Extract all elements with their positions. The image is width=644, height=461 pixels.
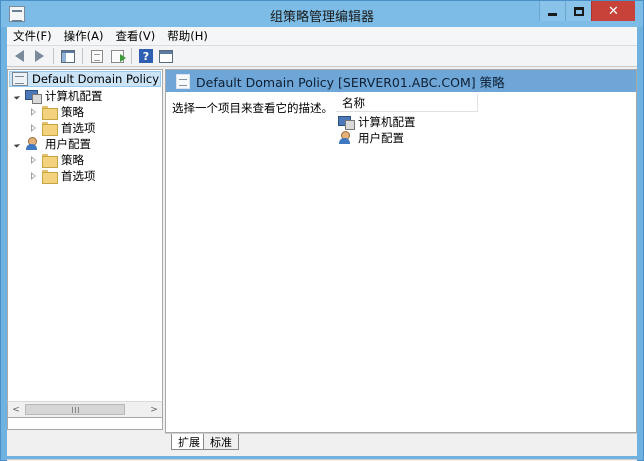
column-header-name[interactable]: 名称 xyxy=(336,94,478,112)
toolbar-separator xyxy=(131,48,132,64)
title-bar[interactable]: 组策略管理编辑器 ✕ xyxy=(1,1,643,27)
menu-file[interactable]: 文件(F) xyxy=(13,28,52,44)
user-config-icon xyxy=(25,137,41,151)
grip-icon xyxy=(71,406,79,413)
tree-item-label: 策略 xyxy=(61,153,84,167)
description-text: 选择一个项目来查看它的描述。 xyxy=(172,101,333,115)
tree-item-label: 策略 xyxy=(61,105,84,119)
policy-icon xyxy=(12,72,28,86)
menu-view[interactable]: 查看(V) xyxy=(115,28,155,44)
maximize-icon xyxy=(573,6,584,16)
forward-button[interactable] xyxy=(29,47,49,65)
tree-item-computer-config[interactable]: 计算机配置 xyxy=(12,88,103,104)
tree-item-computer-policies[interactable]: 策略 xyxy=(28,104,84,120)
expander-closed-icon[interactable] xyxy=(28,123,38,133)
close-icon: ✕ xyxy=(608,3,619,19)
properties-icon xyxy=(91,49,103,63)
help-icon: ? xyxy=(139,49,153,63)
folder-icon xyxy=(41,169,58,184)
expander-closed-icon[interactable] xyxy=(28,171,38,181)
tab-standard[interactable]: 标准 xyxy=(203,434,239,450)
scroll-left-button[interactable]: < xyxy=(8,402,24,417)
details-header: Default Domain Policy [SERVER01.ABC.COM]… xyxy=(166,70,636,92)
toolbar: ? xyxy=(7,45,637,67)
close-button[interactable]: ✕ xyxy=(591,1,635,21)
tree-item-label: 计算机配置 xyxy=(45,89,103,103)
back-button[interactable] xyxy=(9,47,29,65)
toolbar-separator xyxy=(53,48,54,64)
tree-item-user-config[interactable]: 用户配置 xyxy=(12,136,91,152)
tree-item-user-policies[interactable]: 策略 xyxy=(28,152,84,168)
tree-item-computer-preferences[interactable]: 首选项 xyxy=(28,120,96,136)
client-area: 文件(F) 操作(A) 查看(V) 帮助(H) ? Default Domain… xyxy=(7,27,637,461)
user-config-icon xyxy=(338,131,354,145)
details-pane: Default Domain Policy [SERVER01.ABC.COM]… xyxy=(165,69,637,433)
tree-item-user-preferences[interactable]: 首选项 xyxy=(28,168,96,184)
list-item-user-config[interactable]: 用户配置 xyxy=(338,130,404,146)
folder-icon xyxy=(41,105,58,120)
expander-closed-icon[interactable] xyxy=(28,155,38,165)
scroll-thumb[interactable] xyxy=(25,404,125,415)
tree-horizontal-scrollbar[interactable]: < > xyxy=(7,401,163,418)
toolbar-separator xyxy=(82,48,83,64)
tree-item-label: 用户配置 xyxy=(45,137,91,151)
policy-icon xyxy=(176,73,190,89)
console-view-icon xyxy=(159,49,173,63)
menu-help[interactable]: 帮助(H) xyxy=(167,28,208,44)
folder-icon xyxy=(41,121,58,136)
menu-action[interactable]: 操作(A) xyxy=(64,28,104,44)
list-item-computer-config[interactable]: 计算机配置 xyxy=(338,114,416,130)
main-window: 组策略管理编辑器 ✕ 文件(F) 操作(A) 查看(V) 帮助(H) ? Def… xyxy=(0,0,644,461)
help-button[interactable]: ? xyxy=(136,47,156,65)
tree-root-policy[interactable]: Default Domain Policy [SERVER01.ABC.COM]… xyxy=(9,71,162,87)
forward-icon xyxy=(34,50,44,62)
details-title: Default Domain Policy [SERVER01.ABC.COM]… xyxy=(196,74,505,90)
tree-root-label: Default Domain Policy [SERVER01.ABC.COM]… xyxy=(32,72,162,86)
back-icon xyxy=(14,50,24,62)
view-tabs: 扩展 标准 xyxy=(165,433,637,451)
minimize-button[interactable] xyxy=(539,1,565,21)
folder-icon xyxy=(41,153,58,168)
tree-item-label: 首选项 xyxy=(61,169,96,183)
computer-config-icon xyxy=(25,89,42,104)
maximize-button[interactable] xyxy=(565,1,591,21)
show-hide-tree-icon xyxy=(61,49,75,63)
scroll-right-button[interactable]: > xyxy=(146,402,162,417)
computer-config-icon xyxy=(338,115,355,130)
export-list-icon xyxy=(110,49,126,63)
menu-bar: 文件(F) 操作(A) 查看(V) 帮助(H) xyxy=(7,27,637,45)
window-controls: ✕ xyxy=(539,1,635,21)
properties-button[interactable] xyxy=(87,47,107,65)
console-view-button[interactable] xyxy=(156,47,176,65)
expander-open-icon[interactable] xyxy=(12,91,22,101)
minimize-icon xyxy=(548,12,557,16)
list-item-label: 用户配置 xyxy=(358,131,404,145)
export-list-button[interactable] xyxy=(107,47,127,65)
expander-closed-icon[interactable] xyxy=(28,107,38,117)
tree-item-label: 首选项 xyxy=(61,121,96,135)
expander-open-icon[interactable] xyxy=(12,139,22,149)
list-item-label: 计算机配置 xyxy=(358,115,416,129)
show-hide-tree-button[interactable] xyxy=(58,47,78,65)
tree-pane[interactable]: Default Domain Policy [SERVER01.ABC.COM]… xyxy=(7,69,163,430)
tab-extended[interactable]: 扩展 xyxy=(171,434,207,450)
